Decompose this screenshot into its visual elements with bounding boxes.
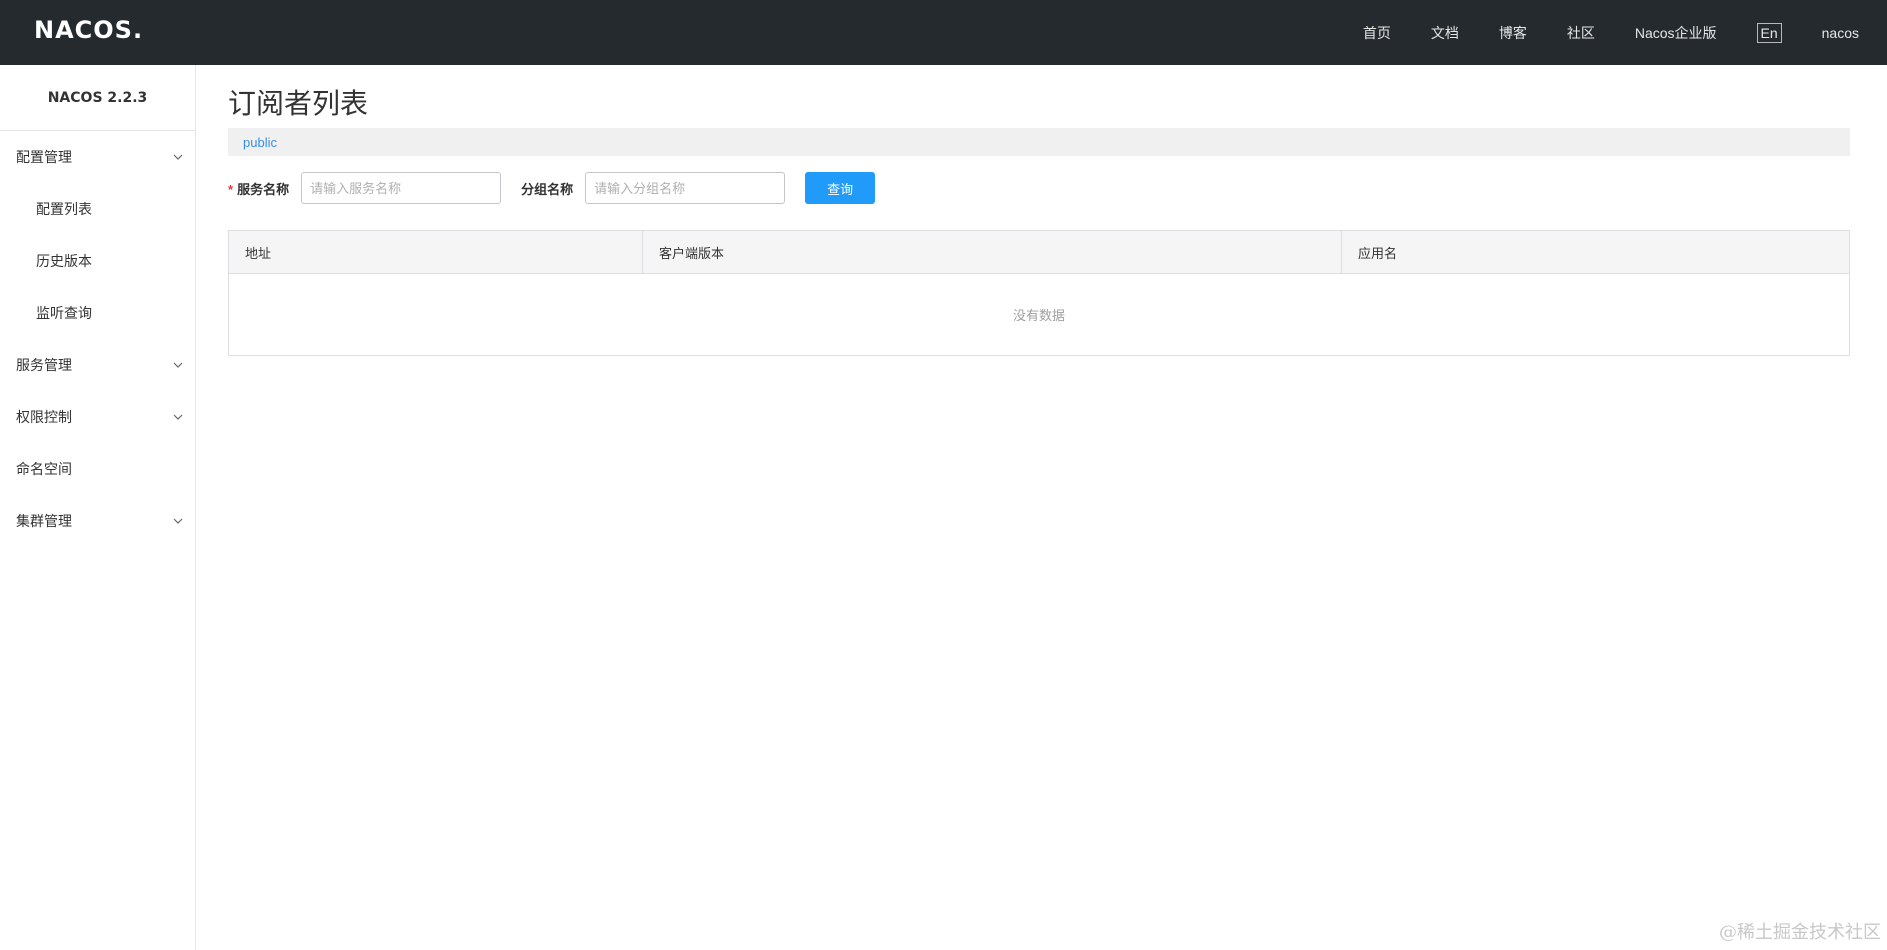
search-form: *服务名称 分组名称 查询 [228, 172, 1850, 204]
sidebar-group-label: 集群管理 [16, 513, 72, 529]
top-nav: 首页 文档 博客 社区 Nacos企业版 En nacos [1363, 0, 1887, 65]
nav-enterprise[interactable]: Nacos企业版 [1635, 23, 1717, 43]
sidebar-group-label: 权限控制 [16, 409, 72, 425]
sidebar-item-listener-query[interactable]: 监听查询 [0, 287, 195, 339]
chevron-down-icon [173, 154, 183, 160]
column-address: 地址 [229, 231, 643, 273]
namespace-link-public[interactable]: public [243, 135, 277, 150]
nav-community[interactable]: 社区 [1567, 23, 1595, 43]
column-client-version: 客户端版本 [643, 231, 1342, 273]
nacos-logo[interactable]: NACOS. [34, 16, 143, 44]
table-header: 地址 客户端版本 应用名 [229, 231, 1849, 274]
sidebar-group-permission[interactable]: 权限控制 [0, 391, 195, 443]
sidebar-group-label: 配置管理 [16, 149, 72, 165]
sidebar-group-service[interactable]: 服务管理 [0, 339, 195, 391]
chevron-down-icon [173, 414, 183, 420]
nav-docs[interactable]: 文档 [1431, 23, 1459, 43]
namespace-bar: public [228, 128, 1850, 156]
group-name-label: 分组名称 [521, 181, 574, 197]
nav-blog[interactable]: 博客 [1499, 23, 1527, 43]
group-name-input[interactable] [585, 172, 786, 204]
table-empty-text: 没有数据 [1012, 308, 1065, 323]
top-navbar: NACOS. 首页 文档 博客 社区 Nacos企业版 En nacos [0, 0, 1887, 65]
nav-home[interactable]: 首页 [1363, 23, 1391, 43]
chevron-down-icon [173, 518, 183, 524]
subscriber-table: 地址 客户端版本 应用名 没有数据 [228, 230, 1850, 356]
service-name-input[interactable] [301, 172, 502, 204]
sidebar-group-config[interactable]: 配置管理 [0, 131, 195, 183]
sidebar-item-namespace[interactable]: 命名空间 [0, 443, 195, 495]
query-button[interactable]: 查询 [805, 172, 876, 204]
version-label: NACOS 2.2.3 [0, 65, 195, 131]
main-content: 订阅者列表 public *服务名称 分组名称 查询 地址 客户端版本 应用名 … [228, 65, 1850, 356]
sidebar: NACOS 2.2.3 配置管理 配置列表 历史版本 监听查询 服务管理 权限控… [0, 65, 196, 950]
sidebar-group-cluster[interactable]: 集群管理 [0, 495, 195, 547]
service-name-label: * 服务名称 [228, 181, 290, 197]
user-menu[interactable]: nacos [1822, 25, 1859, 41]
required-mark: * [228, 181, 234, 197]
sidebar-group-label: 服务管理 [16, 357, 72, 373]
language-toggle-button[interactable]: En [1756, 22, 1782, 43]
watermark: @稀土掘金技术社区 [1719, 922, 1881, 943]
sidebar-group-label: 命名空间 [16, 461, 72, 477]
chevron-down-icon [173, 362, 183, 368]
column-app-name: 应用名 [1358, 245, 1398, 261]
page-title: 订阅者列表 [228, 88, 369, 119]
sidebar-item-history[interactable]: 历史版本 [0, 235, 195, 287]
sidebar-item-config-list[interactable]: 配置列表 [0, 183, 195, 235]
